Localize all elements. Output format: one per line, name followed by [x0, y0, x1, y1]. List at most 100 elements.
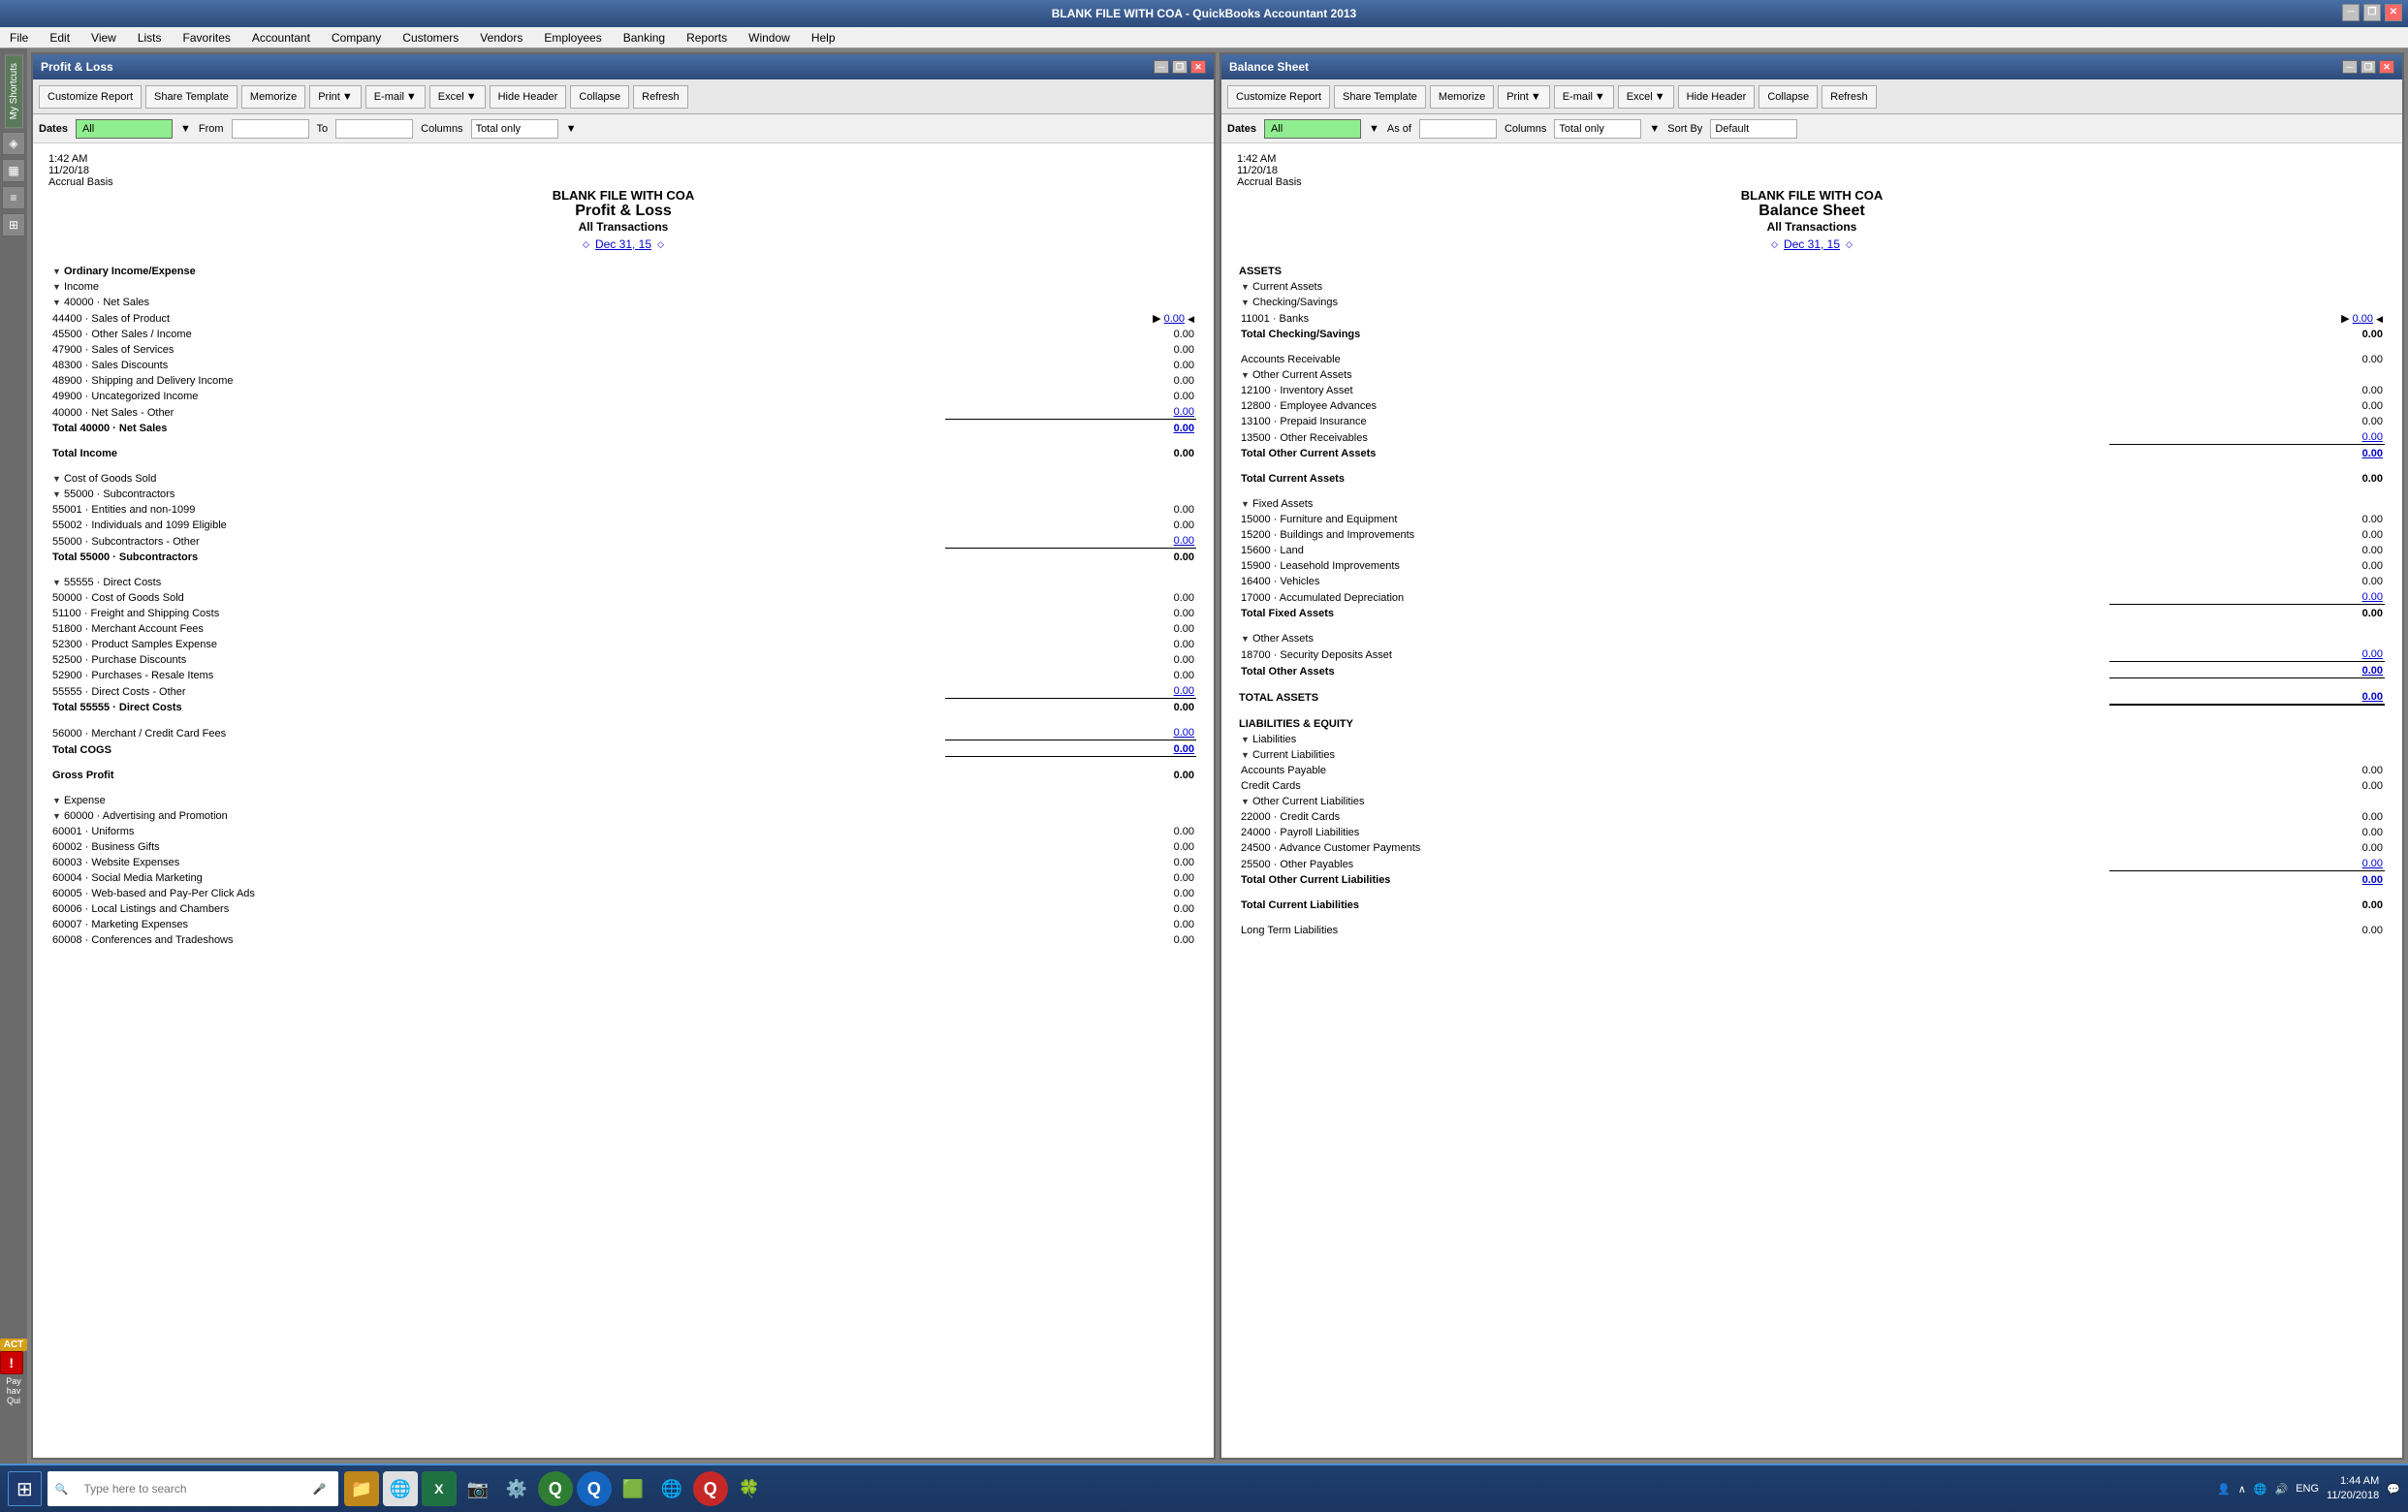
sidebar-icon-2[interactable]: ▦ [2, 159, 25, 182]
menu-banking[interactable]: Banking [619, 30, 669, 46]
menu-employees[interactable]: Employees [540, 30, 605, 46]
pl-collapse-btn[interactable]: Collapse [570, 85, 629, 109]
bs-excel-btn[interactable]: Excel ▼ [1618, 85, 1674, 109]
menu-file[interactable]: File [6, 30, 32, 46]
minimize-btn[interactable]: ─ [2342, 4, 2360, 21]
net-sales-other-amount[interactable]: 0.00 [1174, 406, 1194, 418]
taskbar-icon-qb3[interactable]: Q [693, 1471, 728, 1506]
menu-reports[interactable]: Reports [682, 30, 731, 46]
banks-expand[interactable]: ▶ [2341, 313, 2349, 325]
menu-edit[interactable]: Edit [46, 30, 74, 46]
search-input[interactable] [74, 1471, 306, 1506]
taskbar-icon-settings[interactable]: ⚙️ [499, 1471, 534, 1506]
network-icon: 🌐 [2254, 1483, 2267, 1496]
my-shortcuts-tab[interactable]: My Shortcuts [5, 54, 23, 128]
menu-accountant[interactable]: Accountant [248, 30, 314, 46]
taskbar-icon-chrome[interactable]: 🌐 [383, 1471, 418, 1506]
pl-dates-input[interactable] [76, 119, 173, 139]
taskbar-icon-camera[interactable]: 📷 [460, 1471, 495, 1506]
pl-email-btn[interactable]: E-mail ▼ [365, 85, 426, 109]
accum-deprec-amount[interactable]: 0.00 [2362, 591, 2383, 603]
total-other-assets-amount[interactable]: 0.00 [2362, 665, 2383, 677]
pl-memorize-btn[interactable]: Memorize [241, 85, 305, 109]
pl-close[interactable]: ✕ [1190, 60, 1206, 74]
banks-amount[interactable]: 0.00 [2353, 313, 2373, 325]
pl-print-btn[interactable]: Print ▼ [309, 85, 362, 109]
pl-refresh-btn[interactable]: Refresh [633, 85, 688, 109]
taskbar-icon-folders[interactable]: 📁 [344, 1471, 379, 1506]
taskbar-icon-ie[interactable]: 🌐 [654, 1471, 689, 1506]
sub-other-amount[interactable]: 0.00 [1174, 535, 1194, 547]
table-row: Accounts Payable 0.00 [1239, 764, 2385, 777]
taskbar-icon-excel[interactable]: X [422, 1471, 457, 1506]
pl-columns-select[interactable] [471, 119, 558, 139]
sidebar-icon-1[interactable]: ◈ [2, 132, 25, 155]
accounts-payable-label: Accounts Payable [1239, 764, 2107, 777]
bs-hide-header-btn[interactable]: Hide Header [1678, 85, 1756, 109]
expand-icon[interactable]: ▶ [1153, 313, 1160, 325]
total-net-sales-amount[interactable]: 0.00 [1174, 423, 1194, 434]
bs-print-btn[interactable]: Print ▼ [1498, 85, 1550, 109]
security-deposits-amount[interactable]: 0.00 [2362, 648, 2383, 660]
error-icon[interactable]: ! [0, 1351, 23, 1374]
table-row: ▼ Ordinary Income/Expense [50, 265, 1196, 278]
pl-customize-btn[interactable]: Customize Report [39, 85, 142, 109]
restore-btn[interactable]: ❐ [2363, 4, 2381, 21]
bs-next-arrow[interactable]: ◇ [1846, 239, 1853, 250]
pl-report-date[interactable]: Dec 31, 15 [595, 237, 651, 251]
sidebar-icon-4[interactable]: ⊞ [2, 213, 25, 236]
bs-minimize[interactable]: ─ [2342, 60, 2358, 74]
total-other-current-liab-amount[interactable]: 0.00 [2362, 874, 2383, 886]
merchant-cc-amount[interactable]: 0.00 [1174, 727, 1194, 739]
taskbar-icon-qb1[interactable]: Q [538, 1471, 573, 1506]
menu-favorites[interactable]: Favorites [179, 30, 235, 46]
pl-minimize[interactable]: ─ [1154, 60, 1169, 74]
bs-as-of-input[interactable] [1419, 119, 1497, 139]
pl-excel-btn[interactable]: Excel ▼ [429, 85, 486, 109]
pl-share-btn[interactable]: Share Template [145, 85, 238, 109]
menu-lists[interactable]: Lists [134, 30, 166, 46]
other-receivables-amount[interactable]: 0.00 [2362, 431, 2383, 443]
pl-hide-header-btn[interactable]: Hide Header [490, 85, 567, 109]
notification-icon[interactable]: 💬 [2387, 1483, 2400, 1496]
bs-prev-arrow[interactable]: ◇ [1771, 239, 1778, 250]
taskbar-icon-green-squares[interactable]: 🟩 [616, 1471, 650, 1506]
other-payables-amount[interactable]: 0.00 [2362, 858, 2383, 869]
bs-dates-input[interactable] [1264, 119, 1361, 139]
close-btn[interactable]: ✕ [2385, 4, 2402, 21]
bs-share-btn[interactable]: Share Template [1334, 85, 1426, 109]
pay-label: Pay [0, 1376, 27, 1386]
bs-restore[interactable]: ❐ [2360, 60, 2376, 74]
menu-window[interactable]: Window [745, 30, 794, 46]
menu-help[interactable]: Help [808, 30, 840, 46]
bs-report-date[interactable]: Dec 31, 15 [1784, 237, 1840, 251]
sidebar-icon-3[interactable]: ≡ [2, 186, 25, 209]
taskbar-up-arrow[interactable]: ∧ [2238, 1483, 2246, 1496]
menu-customers[interactable]: Customers [398, 30, 462, 46]
bs-memorize-btn[interactable]: Memorize [1430, 85, 1494, 109]
bs-customize-btn[interactable]: Customize Report [1227, 85, 1330, 109]
bs-collapse-btn[interactable]: Collapse [1758, 85, 1818, 109]
bs-sort-select[interactable] [1710, 119, 1797, 139]
pl-prev-arrow[interactable]: ◇ [583, 239, 589, 250]
pl-next-arrow[interactable]: ◇ [657, 239, 664, 250]
pl-table: ▼ Ordinary Income/Expense ▼ Income [48, 263, 1198, 949]
total-cogs-amount[interactable]: 0.00 [1174, 743, 1194, 755]
direct-costs-other-amount[interactable]: 0.00 [1174, 685, 1194, 697]
taskbar-icon-leaf[interactable]: 🍀 [732, 1471, 767, 1506]
bs-email-btn[interactable]: E-mail ▼ [1554, 85, 1614, 109]
pl-restore[interactable]: ❐ [1172, 60, 1188, 74]
total-assets-amount[interactable]: 0.00 [2362, 691, 2383, 703]
sales-product-amount[interactable]: 0.00 [1164, 313, 1185, 325]
bs-columns-select[interactable] [1554, 119, 1641, 139]
total-other-current-amount[interactable]: 0.00 [2362, 448, 2383, 459]
menu-company[interactable]: Company [328, 30, 385, 46]
pl-from-input[interactable] [232, 119, 309, 139]
pl-to-input[interactable] [335, 119, 413, 139]
bs-close[interactable]: ✕ [2379, 60, 2394, 74]
taskbar-icon-qb2[interactable]: Q [577, 1471, 612, 1506]
start-button[interactable]: ⊞ [8, 1471, 42, 1506]
bs-refresh-btn[interactable]: Refresh [1822, 85, 1877, 109]
menu-view[interactable]: View [87, 30, 120, 46]
menu-vendors[interactable]: Vendors [476, 30, 526, 46]
